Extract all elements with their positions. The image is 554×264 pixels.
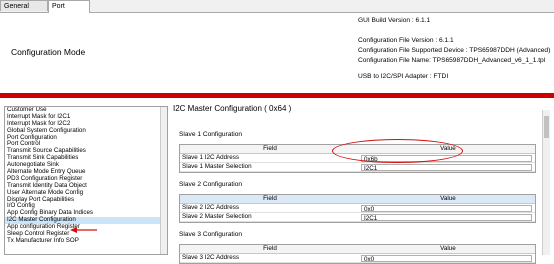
table-row: Slave 2 I2C Address 0x0 bbox=[180, 204, 535, 213]
group-title: Slave 1 Configuration bbox=[179, 131, 243, 138]
config-detail-panel: I2C Master Configuration ( 0x64 ) Slave … bbox=[170, 98, 554, 264]
annotation-ellipse bbox=[332, 139, 463, 163]
page-title: Configuration Mode bbox=[11, 47, 86, 57]
field-label: Slave 2 I2C Address bbox=[182, 204, 240, 211]
detail-scrollbar[interactable] bbox=[542, 110, 550, 255]
group-title: Slave 3 Configuration bbox=[179, 231, 243, 238]
value-input[interactable]: 0x0 bbox=[361, 204, 532, 213]
field-column-header: Field bbox=[263, 195, 277, 202]
field-column-header: Field bbox=[263, 245, 277, 252]
config-grid: Field Value Slave 2 I2C Address 0x0 Slav… bbox=[179, 194, 536, 223]
field-label: Slave 3 I2C Address bbox=[182, 254, 240, 261]
list-scrollbar[interactable] bbox=[160, 107, 167, 254]
tab-bar: General Settings Port Settings bbox=[0, 0, 554, 21]
config-file-name: Configuration File Name: TPS65987DDH_Adv… bbox=[358, 57, 546, 64]
config-file-supported-device: Configuration File Supported Device : TP… bbox=[358, 47, 551, 54]
usb-adapter-info: USB to I2C/SPI Adapter : FTDI bbox=[358, 73, 449, 80]
value-column-header: Value bbox=[440, 195, 456, 202]
table-row: Slave 3 I2C Address 0x0 bbox=[180, 254, 535, 263]
tab-port-settings[interactable]: Port Settings bbox=[48, 0, 90, 21]
value-select[interactable]: I2C1 bbox=[361, 213, 532, 222]
group-title: Slave 2 Configuration bbox=[179, 181, 243, 188]
value-select[interactable]: I2C1 bbox=[361, 163, 532, 172]
table-row: Slave 2 Master Selection I2C1 bbox=[180, 213, 535, 222]
gui-build-version: GUI Build Version : 6.1.1 bbox=[358, 17, 431, 24]
table-row: Slave 1 Master Selection I2C1 bbox=[180, 163, 535, 172]
grid-header: Field Value bbox=[180, 245, 535, 254]
grid-header: Field Value bbox=[180, 195, 535, 204]
list-item[interactable]: Tx Manufacturer Info SOP bbox=[5, 237, 167, 245]
scrollbar-thumb[interactable] bbox=[544, 116, 549, 138]
field-label: Slave 1 I2C Address bbox=[182, 154, 240, 161]
field-label: Slave 1 Master Selection bbox=[182, 163, 252, 170]
value-input[interactable]: 0x0 bbox=[361, 254, 532, 263]
tab-general-settings[interactable]: General Settings bbox=[0, 0, 48, 21]
value-column-header: Value bbox=[440, 245, 456, 252]
annotation-arrow-icon bbox=[70, 227, 97, 233]
panel-title: I2C Master Configuration ( 0x64 ) bbox=[173, 104, 292, 113]
field-label: Slave 2 Master Selection bbox=[182, 213, 252, 220]
config-grid: Field Value Slave 3 I2C Address 0x0 bbox=[179, 244, 536, 264]
config-file-version: Configuration File Version : 6.1.1 bbox=[358, 37, 454, 44]
